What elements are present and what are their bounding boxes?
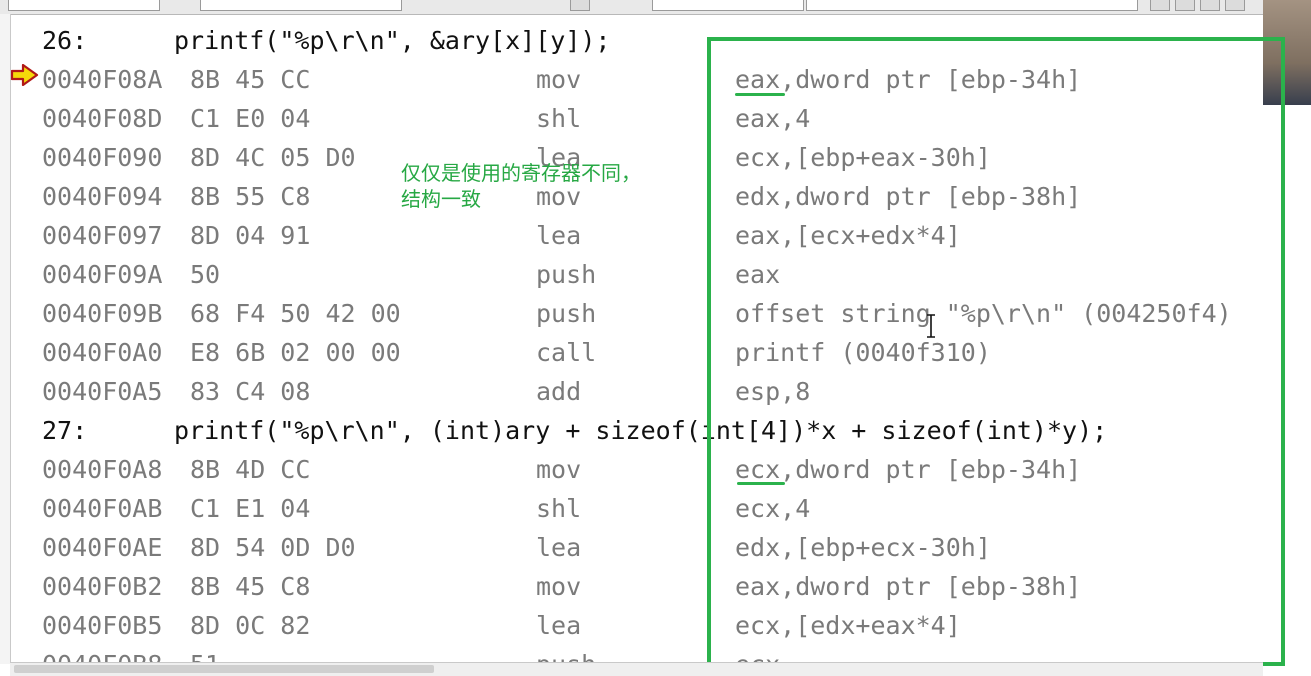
instruction-bytes: 83 C4 08 <box>190 377 311 406</box>
source-line-number: 27: <box>42 416 88 445</box>
instruction-bytes: 51 <box>190 645 220 662</box>
instruction-bytes: 50 <box>190 260 221 289</box>
instruction-bytes: 8B 4D CC <box>190 455 311 484</box>
instruction-mnemonic: push <box>536 645 596 662</box>
ibeam-cursor-icon <box>927 314 935 338</box>
instruction-bytes: 8D 4C 05 D0 <box>190 143 356 172</box>
instruction-mnemonic: mov <box>536 455 582 484</box>
source-line[interactable]: 26: printf("%p\r\n", &ary[x][y]); <box>42 21 611 60</box>
instruction-address: 0040F0A8 <box>42 455 163 484</box>
instruction-address: 0040F094 <box>42 182 163 211</box>
instruction-mnemonic: lea <box>536 533 582 562</box>
source-line-number: 26: <box>42 26 88 55</box>
instruction-mnemonic: call <box>536 338 597 367</box>
instruction-bytes: C1 E1 04 <box>190 494 311 523</box>
instruction-bytes: 8B 45 CC <box>190 65 311 94</box>
annotation-line-1: 仅仅是使用的寄存器不同， <box>401 161 641 185</box>
annotation-note: 仅仅是使用的寄存器不同， 结构一致 <box>401 160 641 212</box>
instruction-bytes: E8 6B 02 00 00 <box>190 338 401 367</box>
instruction-address: 0040F0A0 <box>42 338 163 367</box>
instruction-bytes: 8D 04 91 <box>190 221 311 250</box>
source-line-code: printf("%p\r\n", &ary[x][y]); <box>174 26 611 55</box>
instruction-mnemonic: shl <box>536 494 582 523</box>
instruction-mnemonic: lea <box>536 611 582 640</box>
horizontal-scrollbar[interactable] <box>10 662 1263 676</box>
instruction-address: 0040F08A <box>42 65 163 94</box>
instruction-bytes: 8B 45 C8 <box>190 572 311 601</box>
instruction-mnemonic: push <box>536 299 597 328</box>
instruction-address: 0040F0B5 <box>42 611 163 640</box>
instruction-bytes: 68 F4 50 42 00 <box>190 299 401 328</box>
instruction-mnemonic: mov <box>536 65 582 94</box>
instruction-mnemonic: lea <box>536 221 582 250</box>
instruction-address: 0040F0A5 <box>42 377 163 406</box>
annotation-highlight-box <box>707 37 1285 666</box>
instruction-bytes: 8D 0C 82 <box>190 611 311 640</box>
instruction-mnemonic: push <box>536 260 597 289</box>
instruction-bytes: C1 E0 04 <box>190 104 311 133</box>
instruction-address: 0040F0B8 <box>42 645 162 662</box>
scrollbar-thumb[interactable] <box>14 665 434 673</box>
instruction-address: 0040F09B <box>42 299 163 328</box>
instruction-address: 0040F090 <box>42 143 163 172</box>
instruction-address: 0040F0B2 <box>42 572 163 601</box>
instruction-mnemonic: mov <box>536 572 582 601</box>
instruction-address: 0040F0AB <box>42 494 163 523</box>
instruction-mnemonic: add <box>536 377 582 406</box>
register-underline <box>735 93 785 96</box>
instruction-address: 0040F08D <box>42 104 163 133</box>
instruction-address: 0040F0AE <box>42 533 163 562</box>
instruction-bytes: 8B 55 C8 <box>190 182 311 211</box>
instruction-address: 0040F097 <box>42 221 163 250</box>
annotation-line-2: 结构一致 <box>401 187 481 211</box>
instruction-mnemonic: shl <box>536 104 582 133</box>
register-underline <box>737 482 785 485</box>
instruction-bytes: 8D 54 0D D0 <box>190 533 356 562</box>
instruction-address: 0040F09A <box>42 260 163 289</box>
yellow-arrow-icon <box>11 64 39 86</box>
